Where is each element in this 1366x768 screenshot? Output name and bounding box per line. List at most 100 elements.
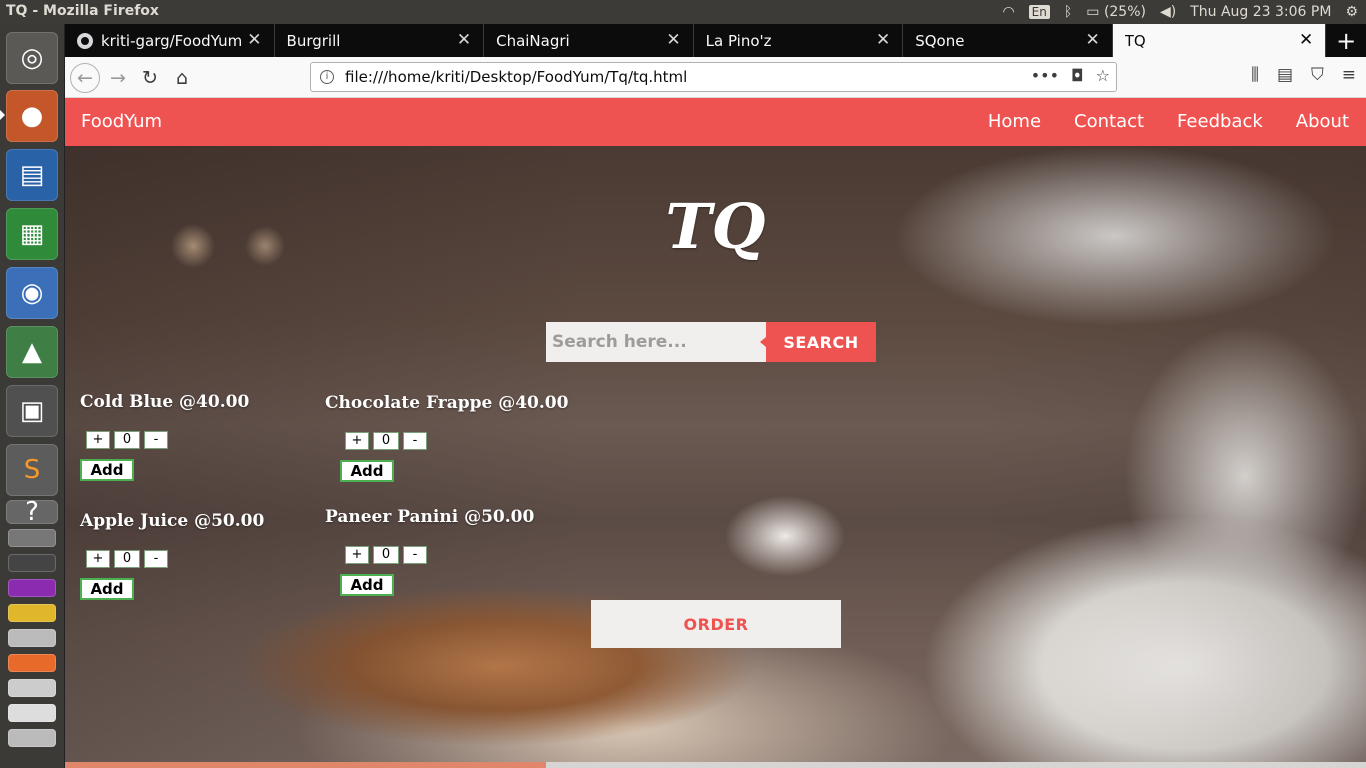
clock[interactable]: Thu Aug 23 3:06 PM (1190, 4, 1331, 20)
nav-feedback[interactable]: Feedback (1177, 111, 1263, 132)
reload-button[interactable]: ↻ (135, 63, 165, 93)
quantity-value: 0 (114, 550, 140, 568)
decrement-button[interactable]: - (403, 432, 427, 450)
tab-tq[interactable]: TQ ✕ (1112, 24, 1327, 57)
add-button[interactable]: Add (340, 574, 394, 596)
launcher: ◎ ● ▤ ▦ ◉ ▲ ▣ S ? (0, 24, 65, 768)
menu-item-name: Chocolate Frappe @40.00 (325, 393, 569, 413)
url-text[interactable]: file:///home/kriti/Desktop/FoodYum/Tq/tq… (345, 68, 687, 86)
keyboard-indicator[interactable]: En (1028, 5, 1050, 19)
url-bar[interactable]: i file:///home/kriti/Desktop/FoodYum/Tq/… (310, 62, 1117, 92)
home-button[interactable]: ⌂ (167, 63, 197, 93)
gear-icon[interactable]: ⚙ (1345, 4, 1358, 20)
more-icon[interactable]: ••• (1031, 66, 1059, 85)
nav-home[interactable]: Home (988, 111, 1041, 132)
nav-about[interactable]: About (1296, 111, 1349, 132)
quantity-stepper: + 0 - (345, 546, 427, 564)
tab-lapinoz[interactable]: La Pino'z ✕ (694, 24, 904, 57)
close-icon[interactable]: ✕ (1299, 30, 1313, 50)
menu-item: Chocolate Frappe @40.00 (325, 393, 568, 413)
help-icon[interactable]: ? (6, 497, 58, 527)
tab-foodyum-repo[interactable]: kriti-garg/FoodYum ✕ (65, 24, 275, 57)
trash-icon[interactable] (8, 729, 56, 747)
web-page: FoodYum Home Contact Feedback About TQ S… (65, 98, 1366, 768)
close-icon[interactable]: ✕ (247, 30, 261, 50)
navigation-toolbar: ← → ↻ ⌂ i file:///home/kriti/Desktop/Foo… (65, 57, 1366, 98)
quantity-value: 0 (373, 432, 399, 450)
increment-button[interactable]: + (86, 550, 110, 568)
page-title: TQ (665, 190, 766, 263)
menu-item: Apple Juice @50.00 (80, 511, 264, 531)
nav-contact[interactable]: Contact (1074, 111, 1144, 132)
close-icon[interactable]: ✕ (876, 30, 890, 50)
increment-button[interactable]: + (345, 432, 369, 450)
ubuntu-dash-icon[interactable]: ◎ (6, 32, 58, 84)
terminal-icon[interactable] (8, 554, 56, 572)
library-icon[interactable]: ⫼ (1251, 65, 1259, 85)
tab-label: La Pino'z (705, 31, 772, 50)
firefox-icon[interactable]: ● (6, 90, 58, 142)
tab-label: TQ (1124, 31, 1146, 50)
window-title: TQ - Mozilla Firefox (6, 3, 159, 19)
app-icon[interactable] (8, 579, 56, 597)
menu-item-name: Paneer Panini @50.00 (325, 507, 535, 527)
tab-sqone[interactable]: SQone ✕ (903, 24, 1113, 57)
site-brand[interactable]: FoodYum (81, 111, 162, 132)
quantity-stepper: + 0 - (345, 432, 427, 450)
tab-burgrill[interactable]: Burgrill ✕ (275, 24, 485, 57)
wifi-icon[interactable]: ◠ (1002, 4, 1014, 20)
add-button[interactable]: Add (80, 459, 134, 481)
menu-item: Paneer Panini @50.00 (325, 507, 534, 527)
close-icon[interactable]: ✕ (666, 30, 680, 50)
running-indicator (0, 110, 5, 120)
battery-icon: ▭ (1086, 4, 1100, 20)
volume-icon[interactable]: ◀) (1160, 4, 1176, 20)
quantity-stepper: + 0 - (86, 550, 168, 568)
decrement-button[interactable]: - (403, 546, 427, 564)
github-icon (77, 32, 93, 49)
android-studio-icon[interactable]: ▲ (6, 326, 58, 378)
search-button[interactable]: SEARCH (760, 322, 876, 362)
increment-button[interactable]: + (86, 431, 110, 449)
info-icon[interactable]: i (320, 70, 334, 84)
app-icon[interactable] (8, 679, 56, 697)
pocket-icon[interactable]: ◘ (1071, 66, 1084, 85)
menu-icon[interactable]: ≡ (1342, 65, 1356, 85)
order-button[interactable]: ORDER (591, 600, 841, 648)
page-load-bar (65, 762, 1366, 768)
forward-button[interactable]: → (103, 63, 133, 93)
app-icon[interactable] (8, 604, 56, 622)
text-editor-icon[interactable] (8, 629, 56, 647)
sidebar-icon[interactable]: ▤ (1277, 65, 1293, 85)
calc-icon[interactable]: ▦ (6, 208, 58, 260)
writer-icon[interactable]: ▤ (6, 149, 58, 201)
battery-indicator[interactable]: ▭ (25%) (1086, 4, 1146, 20)
close-icon[interactable]: ✕ (1085, 30, 1099, 50)
new-tab-button[interactable]: + (1326, 24, 1366, 57)
shield-icon[interactable]: ⛉ (1311, 65, 1324, 85)
bluetooth-icon[interactable]: ᛒ (1064, 4, 1072, 20)
search-input[interactable] (546, 322, 766, 362)
amazon-icon[interactable] (8, 654, 56, 672)
tab-strip: kriti-garg/FoodYum ✕ Burgrill ✕ ChaiNagr… (65, 24, 1366, 57)
quantity-value: 0 (114, 431, 140, 449)
menu-item-name: Cold Blue @40.00 (80, 392, 250, 412)
bookmark-star-icon[interactable]: ☆ (1096, 66, 1110, 85)
back-button[interactable]: ← (70, 63, 100, 93)
sublime-text-icon[interactable]: S (6, 444, 58, 496)
add-button[interactable]: Add (340, 460, 394, 482)
increment-button[interactable]: + (345, 546, 369, 564)
decrement-button[interactable]: - (144, 550, 168, 568)
site-nav-links: Home Contact Feedback About (988, 111, 1366, 132)
tab-label: kriti-garg/FoodYum (101, 31, 243, 50)
drive-icon[interactable] (8, 529, 56, 547)
decrement-button[interactable]: - (144, 431, 168, 449)
app-icon[interactable] (8, 704, 56, 722)
video-editor-icon[interactable]: ▣ (6, 385, 58, 437)
tab-chainagri[interactable]: ChaiNagri ✕ (484, 24, 694, 57)
tab-label: ChaiNagri (496, 31, 570, 50)
close-icon[interactable]: ✕ (457, 30, 471, 50)
chromium-icon[interactable]: ◉ (6, 267, 58, 319)
add-button[interactable]: Add (80, 578, 134, 600)
menu-item: Cold Blue @40.00 (80, 392, 249, 412)
